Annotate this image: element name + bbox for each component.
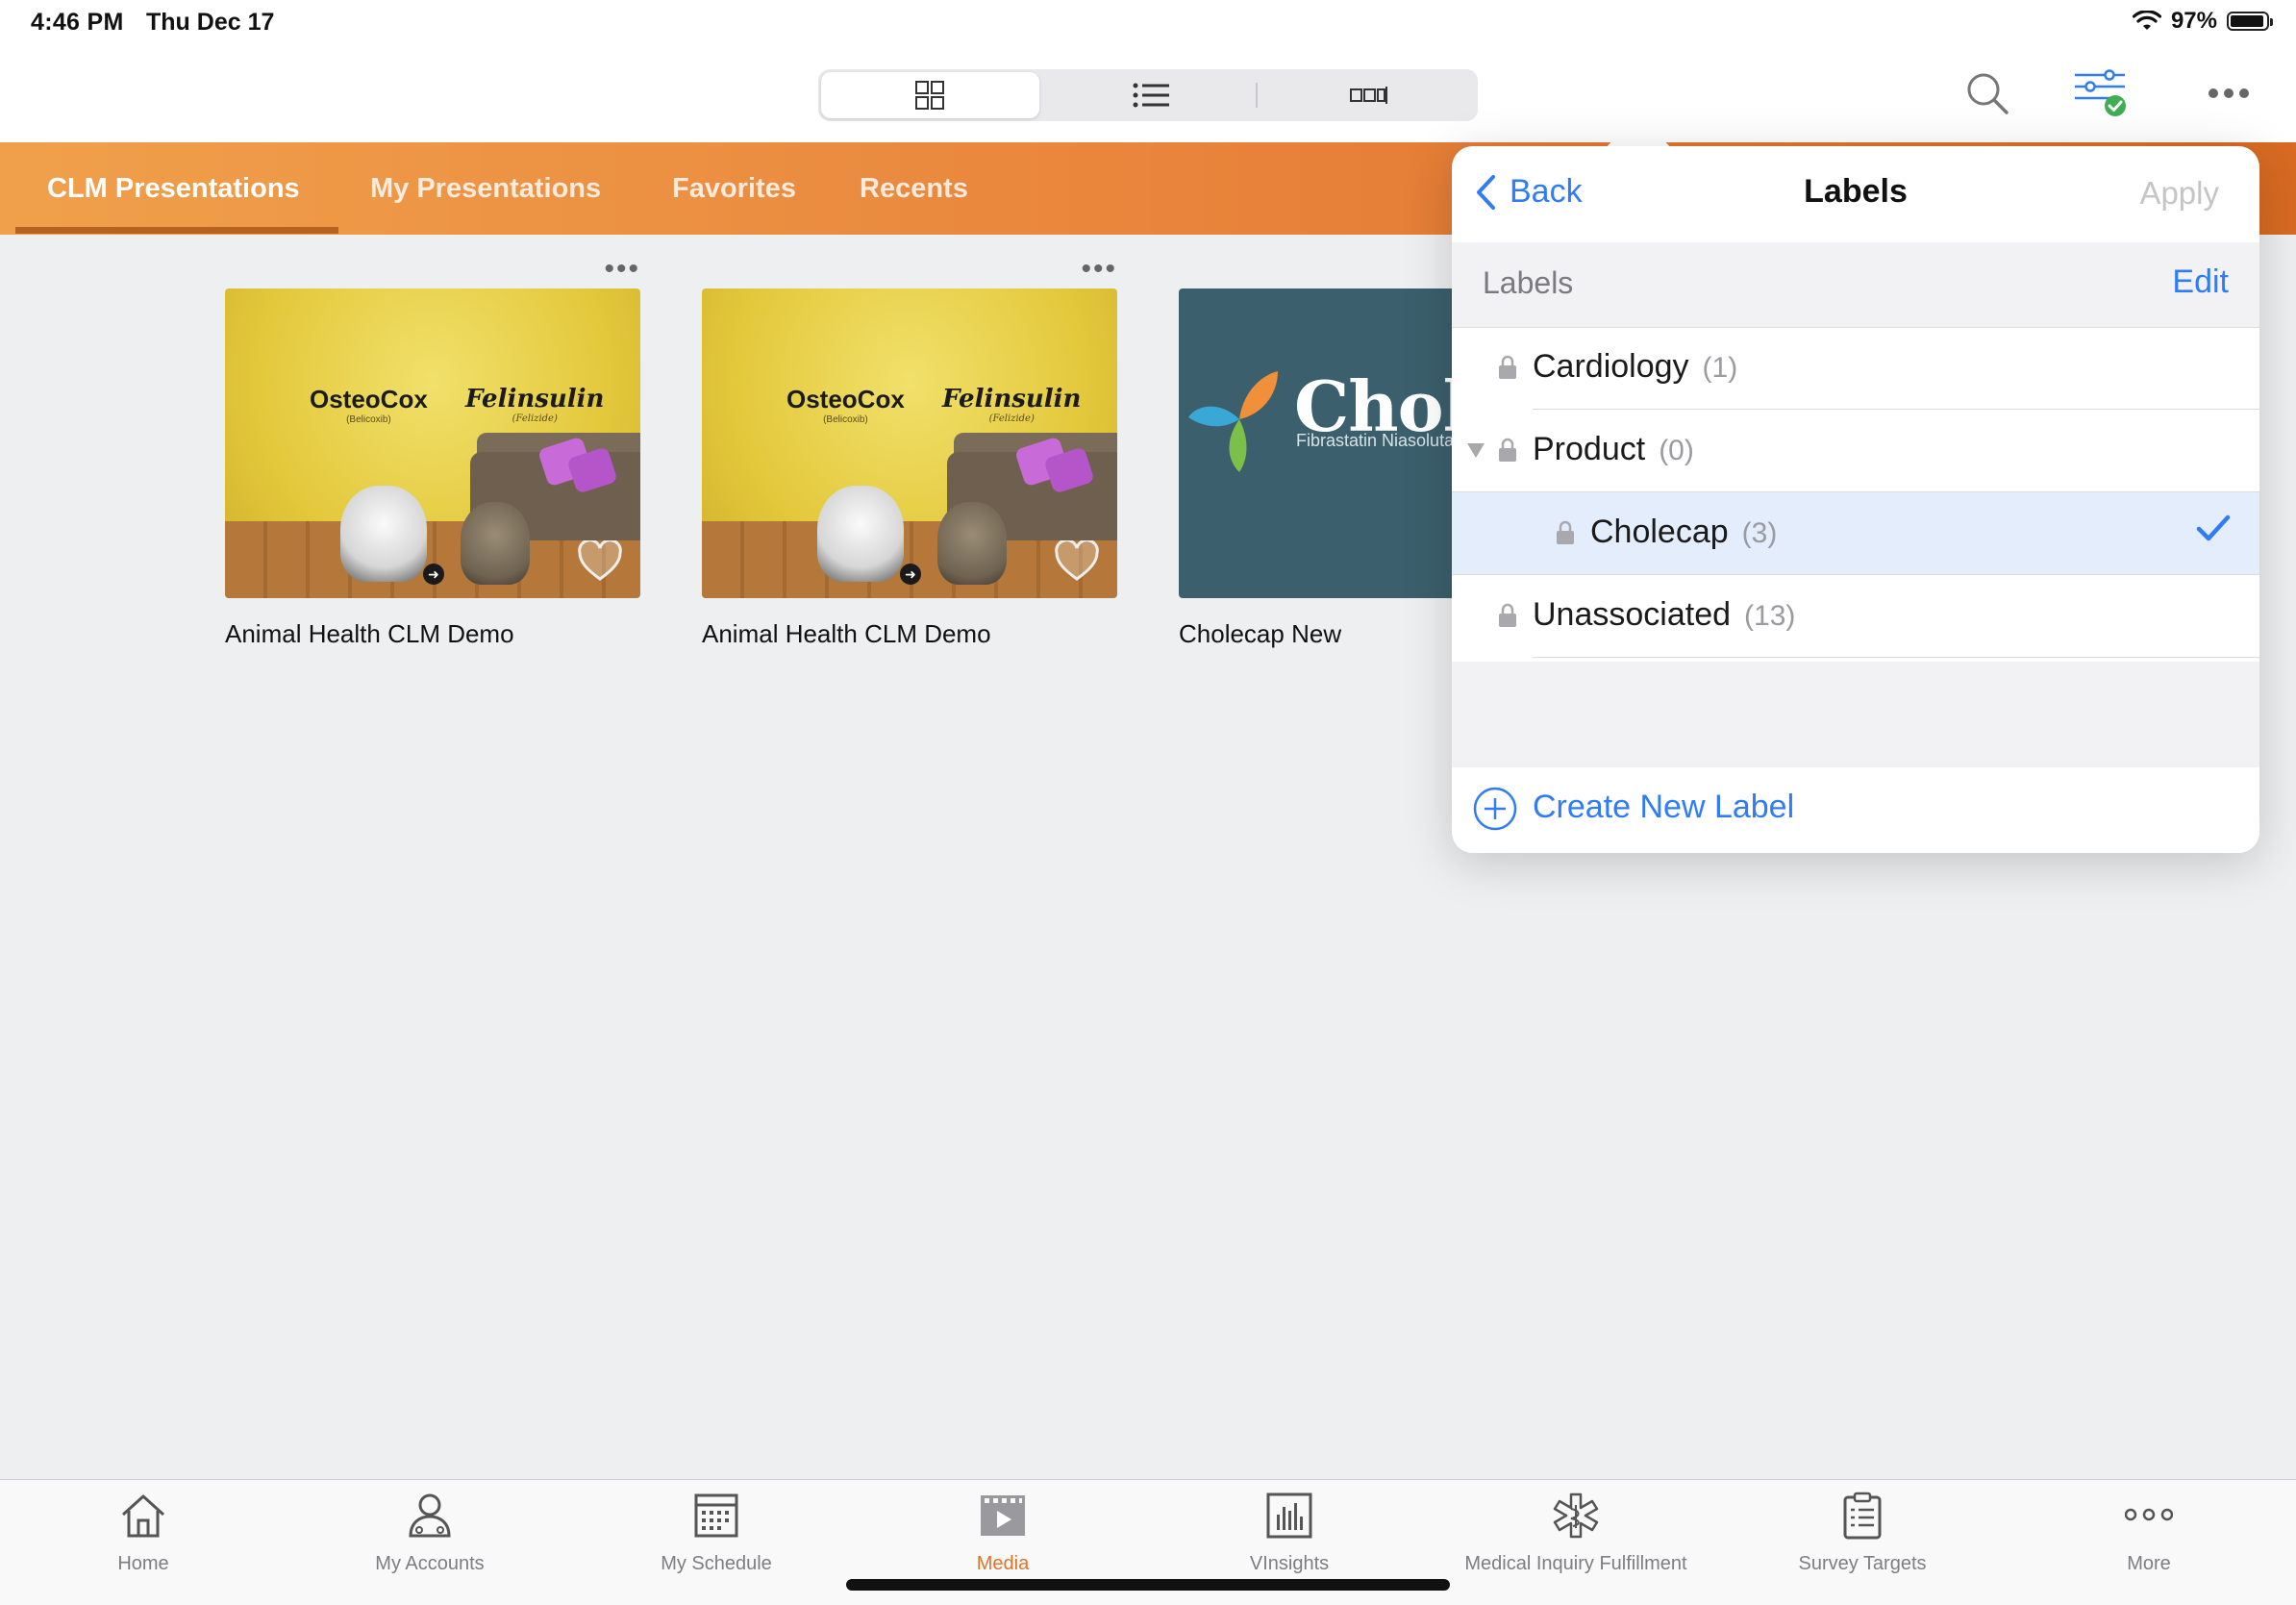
- tab-clm-presentations[interactable]: CLM Presentations: [47, 142, 300, 235]
- grid-view-button[interactable]: [821, 72, 1039, 118]
- thumb-brand-a: OsteoCox (Belicoxib): [310, 385, 428, 425]
- home-indicator[interactable]: [846, 1579, 1450, 1591]
- checkmark-icon: [2196, 514, 2231, 541]
- edit-button[interactable]: Edit: [2172, 263, 2229, 301]
- label-row-text: Unassociated (13): [1533, 596, 1796, 633]
- battery-icon: [2227, 12, 2273, 31]
- arrow-right-icon: ➜: [423, 564, 444, 585]
- survey-icon: [1843, 1492, 1882, 1540]
- media-icon: [981, 1495, 1025, 1536]
- label-row-text: Cholecap (3): [1590, 514, 1778, 550]
- insights-icon: [1266, 1492, 1312, 1539]
- dog-graphic: [340, 486, 427, 582]
- lock-icon: [1499, 603, 1516, 627]
- bottom-tab-home[interactable]: Home: [0, 1480, 287, 1605]
- label-row-cardiology[interactable]: Cardiology (1): [1452, 327, 2259, 410]
- thumb-brand-a: OsteoCox (Belicoxib): [786, 385, 905, 425]
- presentation-card[interactable]: ••• OsteoCox (Belicoxib) Felinsulin (Feliz…: [702, 255, 1117, 649]
- battery-percent: 97%: [2170, 8, 2217, 34]
- tab-my-presentations[interactable]: My Presentations: [370, 142, 601, 235]
- list-view-button[interactable]: [1042, 69, 1260, 121]
- label-row-cholecap[interactable]: Cholecap (3): [1452, 492, 2259, 575]
- wifi-icon: [2132, 11, 2161, 30]
- bottom-tab-survey-targets[interactable]: Survey Targets: [1719, 1480, 2006, 1605]
- labels-popover: Back Labels Apply Labels Edit Cardiology…: [1452, 146, 2259, 853]
- medical-icon: [1553, 1492, 1599, 1539]
- plus-circle-icon: [1473, 787, 1517, 831]
- apply-button[interactable]: Apply: [2139, 175, 2219, 212]
- presentation-card[interactable]: ••• OsteoCox (Belicoxib) Felinsulin (Feliz…: [225, 255, 640, 649]
- heart-icon[interactable]: [1054, 540, 1100, 583]
- status-bar: 4:46 PM Thu Dec 17 97%: [0, 0, 2296, 44]
- more-icon[interactable]: [2208, 87, 2250, 100]
- status-indicators: 97%: [2132, 8, 2273, 35]
- labels-section-header: Labels Edit: [1452, 242, 2259, 328]
- create-new-label-button[interactable]: Create New Label: [1452, 767, 2259, 853]
- bottom-tab-label: VInsights: [1249, 1553, 1330, 1574]
- thumb-brand-b: Felinsulin (Felizide): [942, 385, 1082, 424]
- bottom-tab-label: Home: [117, 1553, 169, 1574]
- lock-icon: [1557, 520, 1574, 544]
- tab-recents[interactable]: Recents: [860, 142, 968, 235]
- bottom-tab-label: Medical Inquiry Fulfillment: [1464, 1553, 1687, 1574]
- cat-graphic: [461, 502, 530, 585]
- bottom-tab-label: My Schedule: [661, 1553, 772, 1574]
- presentation-title[interactable]: Animal Health CLM Demo: [702, 619, 1117, 649]
- bottom-tab-label: Media: [976, 1553, 1030, 1574]
- cholecap-logo-icon: [1188, 371, 1278, 472]
- label-row-text: Product (0): [1533, 431, 1694, 467]
- filter-icon[interactable]: [2073, 69, 2129, 119]
- search-icon[interactable]: [1965, 71, 2009, 115]
- bottom-tab-label: More: [2127, 1553, 2171, 1574]
- arrow-right-icon: ➜: [900, 564, 921, 585]
- home-icon: [121, 1494, 165, 1538]
- popover-header: Back Labels Apply: [1452, 146, 2259, 243]
- disclosure-triangle-icon[interactable]: [1467, 443, 1485, 458]
- section-label: Labels: [1483, 265, 1574, 300]
- calendar-icon: [694, 1493, 738, 1538]
- popover-title: Labels: [1804, 173, 1908, 210]
- popover-arrow: [1606, 112, 1671, 148]
- create-new-label-text: Create New Label: [1533, 789, 1795, 825]
- thumb-product-sub: Fibrastatin Niasolutate: [1296, 431, 1469, 450]
- popover-empty-area: [1452, 662, 2259, 767]
- card-more-icon[interactable]: •••: [1081, 255, 1117, 284]
- accounts-icon: [409, 1493, 451, 1538]
- lock-icon: [1499, 355, 1516, 379]
- cat-graphic: [937, 502, 1007, 585]
- filmstrip-icon: [1349, 87, 1387, 104]
- status-time: 4:46 PM: [31, 9, 124, 36]
- bottom-tab-more[interactable]: More: [2006, 1480, 2292, 1605]
- list-icon: [1133, 83, 1169, 108]
- label-row-product[interactable]: Product (0): [1452, 410, 2259, 492]
- dog-graphic: [817, 486, 904, 582]
- tab-favorites[interactable]: Favorites: [672, 142, 796, 235]
- label-row-text: Cardiology (1): [1533, 348, 1738, 385]
- view-switcher: [818, 69, 1478, 121]
- thumb-brand-b: Felinsulin (Felizide): [465, 385, 605, 424]
- presentation-title[interactable]: Animal Health CLM Demo: [225, 619, 640, 649]
- lock-icon: [1499, 438, 1516, 462]
- bottom-tab-medical-inquiry[interactable]: Medical Inquiry Fulfillment: [1433, 1480, 1719, 1605]
- filmstrip-view-button[interactable]: [1260, 69, 1478, 121]
- bottom-tab-my-accounts[interactable]: My Accounts: [287, 1480, 573, 1605]
- grid-icon: [915, 81, 945, 110]
- row-separator: [1533, 657, 2259, 658]
- segment-divider: [1256, 83, 1258, 108]
- status-date: Thu Dec 17: [146, 9, 275, 36]
- bottom-tab-label: My Accounts: [375, 1553, 485, 1574]
- presentation-thumbnail[interactable]: OsteoCox (Belicoxib) Felinsulin (Felizide)…: [702, 288, 1117, 598]
- bottom-tab-my-schedule[interactable]: My Schedule: [573, 1480, 860, 1605]
- card-more-icon[interactable]: •••: [604, 255, 640, 284]
- label-row-unassociated[interactable]: Unassociated (13): [1452, 575, 2259, 658]
- toolbar: [0, 44, 2296, 142]
- heart-icon[interactable]: [577, 540, 623, 583]
- bottom-tab-label: Survey Targets: [1798, 1553, 1927, 1574]
- active-tab-underline: [15, 227, 338, 234]
- presentation-thumbnail[interactable]: OsteoCox (Belicoxib) Felinsulin (Felizide)…: [225, 288, 640, 598]
- more-icon: [2125, 1508, 2173, 1521]
